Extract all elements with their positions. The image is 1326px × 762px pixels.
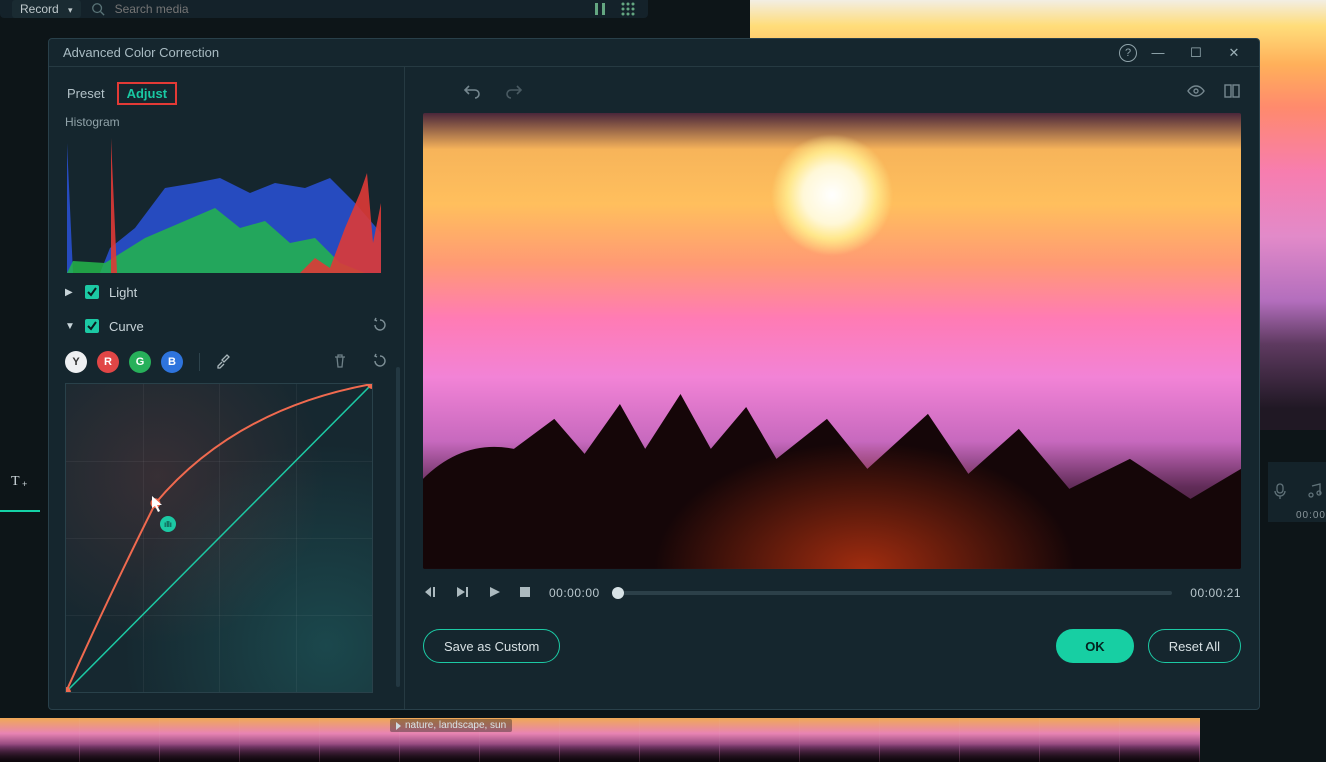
clip-thumb[interactable]	[560, 718, 640, 762]
tab-preset[interactable]: Preset	[65, 82, 107, 105]
time-current: 00:00:00	[549, 586, 600, 600]
timeline-track[interactable]	[0, 718, 1200, 762]
chevron-down-icon: ▼	[65, 321, 75, 332]
timeline-right-timecode: 00:00	[1296, 510, 1326, 521]
record-label: Record	[20, 2, 59, 16]
clip-thumb[interactable]	[1040, 718, 1120, 762]
search-input[interactable]	[115, 2, 295, 16]
color-correction-dialog: Advanced Color Correction ? ― ☐ ✕ Preset…	[48, 38, 1260, 710]
histogram-display	[65, 133, 381, 273]
dialog-title: Advanced Color Correction	[63, 45, 1119, 60]
help-icon[interactable]: ?	[1119, 44, 1137, 62]
curve-label: Curve	[109, 319, 144, 334]
clip-thumb[interactable]	[240, 718, 320, 762]
tab-adjust[interactable]: Adjust	[117, 82, 177, 105]
curve-handle-indicator[interactable]: ıllı	[160, 516, 176, 532]
redo-icon[interactable]	[505, 82, 523, 103]
channel-blue-button[interactable]: B	[161, 351, 183, 373]
reset-curve-icon[interactable]	[372, 317, 388, 336]
clip-thumb[interactable]	[800, 718, 880, 762]
channel-green-button[interactable]: G	[129, 351, 151, 373]
play-triangle-icon	[396, 722, 401, 730]
compare-icon[interactable]	[1223, 82, 1241, 103]
step-back-icon[interactable]	[423, 585, 437, 602]
play-next-icon[interactable]	[455, 585, 469, 602]
channel-selector: Y R G B	[65, 351, 388, 373]
adjust-panel: Preset Adjust Histogram ▶ Light ▼ Curve	[49, 67, 405, 709]
minimize-icon[interactable]: ―	[1147, 45, 1169, 61]
clip-thumb[interactable]	[880, 718, 960, 762]
pause-icon[interactable]	[592, 1, 608, 17]
maximize-icon[interactable]: ☐	[1185, 45, 1207, 61]
light-label: Light	[109, 285, 137, 300]
time-total: 00:00:21	[1190, 586, 1241, 600]
undo-icon[interactable]	[463, 82, 481, 103]
histogram-label: Histogram	[65, 115, 388, 129]
reset-all-button[interactable]: Reset All	[1148, 629, 1241, 663]
clip-thumb[interactable]	[80, 718, 160, 762]
mic-icon[interactable]	[1272, 483, 1288, 502]
play-icon[interactable]	[487, 585, 501, 602]
clip-thumb[interactable]	[320, 718, 400, 762]
curve-editor[interactable]: ıllı	[65, 383, 373, 693]
app-top-bar: Record ▾	[0, 0, 648, 18]
light-checkbox[interactable]	[85, 285, 99, 299]
dialog-footer: Save as Custom OK Reset All	[423, 629, 1241, 663]
stop-icon[interactable]	[519, 586, 531, 601]
eyedropper-icon[interactable]	[216, 354, 232, 370]
separator	[199, 353, 200, 371]
scrubber[interactable]	[618, 591, 1173, 595]
chevron-right-icon: ▶	[65, 287, 75, 298]
panel-scrollbar[interactable]	[396, 367, 400, 687]
preview-panel: 00:00:00 00:00:21 Save as Custom OK Rese…	[405, 67, 1259, 709]
music-icon[interactable]	[1306, 483, 1322, 502]
channel-luma-button[interactable]: Y	[65, 351, 87, 373]
scrub-knob[interactable]	[612, 587, 624, 599]
red-glow	[652, 441, 1077, 569]
clip-thumb[interactable]	[0, 718, 80, 762]
close-icon[interactable]: ✕	[1223, 45, 1245, 61]
svg-text:+: +	[22, 479, 27, 489]
clip-label[interactable]: nature, landscape, sun	[390, 719, 512, 732]
video-preview[interactable]	[423, 113, 1241, 569]
reset-channel-icon[interactable]	[372, 353, 388, 372]
channel-red-button[interactable]: R	[97, 351, 119, 373]
search-icon	[91, 2, 105, 16]
record-dropdown[interactable]: Record ▾	[12, 0, 81, 18]
curve-section-row[interactable]: ▼ Curve	[65, 311, 388, 341]
light-section-row[interactable]: ▶ Light	[65, 277, 388, 307]
clip-thumb[interactable]	[160, 718, 240, 762]
svg-text:T: T	[11, 474, 20, 489]
clip-thumb[interactable]	[640, 718, 720, 762]
playback-bar: 00:00:00 00:00:21	[423, 573, 1241, 613]
clip-thumb[interactable]	[960, 718, 1040, 762]
chevron-down-icon: ▾	[68, 5, 73, 15]
sun-icon	[772, 135, 892, 255]
text-tool-icon[interactable]: T+	[0, 460, 40, 500]
dialog-header: Advanced Color Correction ? ― ☐ ✕	[49, 39, 1259, 67]
grid-icon[interactable]	[620, 1, 636, 17]
save-custom-button[interactable]: Save as Custom	[423, 629, 560, 663]
clip-thumb[interactable]	[1120, 718, 1200, 762]
clip-name: nature, landscape, sun	[405, 720, 506, 731]
timeline-marker	[0, 510, 40, 512]
eye-icon[interactable]	[1187, 82, 1205, 103]
curve-checkbox[interactable]	[85, 319, 99, 333]
ok-button[interactable]: OK	[1056, 629, 1134, 663]
trash-icon[interactable]	[332, 353, 348, 372]
clip-thumb[interactable]	[720, 718, 800, 762]
curve-graph	[66, 384, 372, 692]
